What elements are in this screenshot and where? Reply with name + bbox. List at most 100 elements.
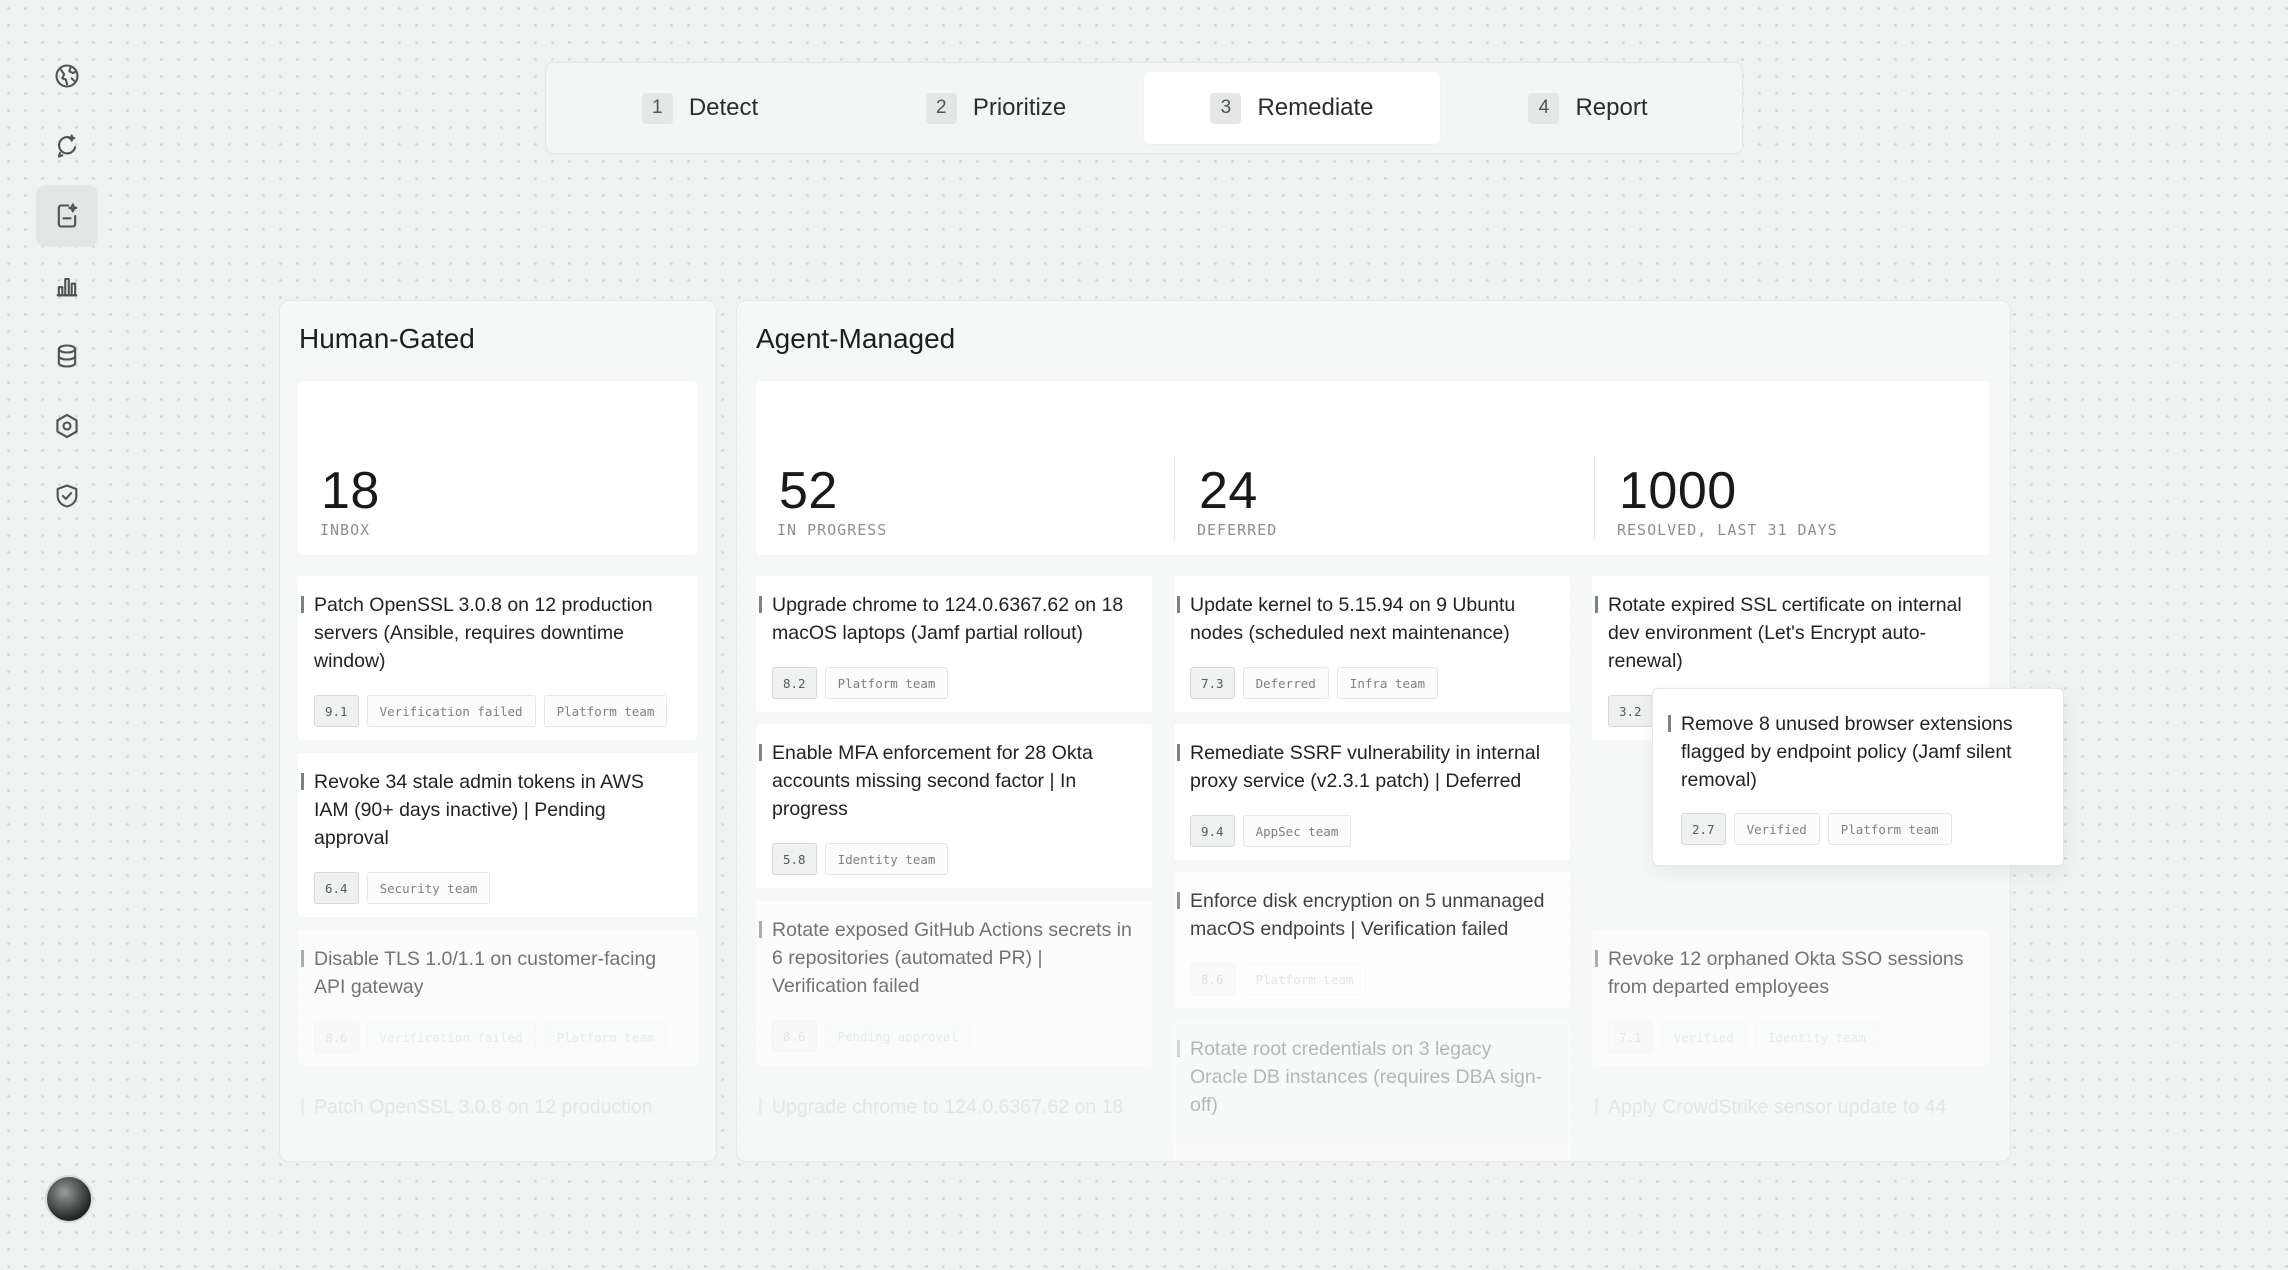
stat-value: 52 bbox=[779, 462, 838, 520]
panel-title: Agent-Managed bbox=[756, 323, 956, 354]
task-card[interactable]: Revoke 12 orphaned Okta SSO sessions fro… bbox=[1592, 930, 1989, 1065]
task-card[interactable]: Remediate SSRF vulnerability in internal… bbox=[1174, 724, 1570, 860]
score-badge: 9.1 bbox=[314, 695, 359, 727]
step-report[interactable]: 4 Report bbox=[1440, 72, 1736, 144]
score-badge: 8.2 bbox=[772, 667, 817, 699]
shield-check-icon bbox=[56, 484, 78, 508]
task-card[interactable]: Rotate root credentials on 3 legacy Orac… bbox=[1174, 1020, 1570, 1160]
agent-stats: 52 IN PROGRESS 24 DEFERRED 1000 RESOLVED… bbox=[756, 381, 1989, 555]
divider bbox=[1174, 457, 1175, 541]
stat-value: 1000 bbox=[1619, 462, 1737, 520]
step-remediate[interactable]: 3 Remediate bbox=[1144, 72, 1440, 144]
resolved-stat: 1000 RESOLVED, LAST 31 DAYS bbox=[1596, 381, 1989, 555]
step-number: 1 bbox=[641, 92, 673, 124]
stat-label: IN PROGRESS bbox=[777, 521, 888, 539]
score-badge: 7.1 bbox=[1608, 1021, 1653, 1053]
status-tag: Pending approval bbox=[824, 1020, 971, 1052]
card-title: Rotate exposed GitHub Actions secrets in… bbox=[759, 916, 1136, 1000]
score-badge: 8.6 bbox=[772, 1020, 817, 1052]
hexagon-settings-icon bbox=[56, 413, 78, 439]
card-title: Apply CrowdStrike sensor update to 44 bbox=[1595, 1093, 1973, 1121]
card-title: Upgrade chrome to 124.0.6367.62 on 18 ma… bbox=[759, 591, 1136, 647]
task-card[interactable]: Rotate exposed GitHub Actions secrets in… bbox=[756, 901, 1152, 1065]
step-detect[interactable]: 1 Detect bbox=[552, 72, 848, 144]
stat-value: 24 bbox=[1199, 462, 1258, 520]
score-badge: 9.4 bbox=[1190, 815, 1235, 847]
task-card[interactable]: Revoke 34 stale admin tokens in AWS IAM … bbox=[298, 753, 697, 917]
nav-data[interactable] bbox=[36, 325, 98, 387]
team-tag: AppSec team bbox=[1242, 815, 1352, 847]
document-sparkle-icon bbox=[57, 203, 78, 228]
popup-card-body: Remove 8 unused browser extensions flagg… bbox=[1659, 695, 2055, 857]
score-badge: 7.3 bbox=[1190, 667, 1235, 699]
inbox-stat: 18 INBOX bbox=[298, 381, 697, 555]
team-tag: Platform team bbox=[543, 695, 668, 727]
score-badge: 6.4 bbox=[314, 872, 359, 904]
task-card[interactable]: Upgrade chrome to 124.0.6367.62 on 18 bbox=[756, 1078, 1152, 1158]
step-label: Remediate bbox=[1257, 94, 1374, 121]
nav-reports[interactable] bbox=[36, 255, 98, 317]
task-card[interactable]: Update kernel to 5.15.94 on 9 Ubuntu nod… bbox=[1174, 576, 1570, 712]
task-card[interactable]: Patch OpenSSL 3.0.8 on 12 production ser… bbox=[298, 576, 697, 740]
status-tag: Verification failed bbox=[366, 1021, 536, 1053]
refresh-sparkle-icon bbox=[57, 134, 77, 158]
task-card[interactable]: Enable MFA enforcement for 28 Okta accou… bbox=[756, 724, 1152, 888]
team-tag: Identity team bbox=[824, 843, 949, 875]
card-title: Enable MFA enforcement for 28 Okta accou… bbox=[759, 739, 1136, 823]
status-tag: Verified bbox=[1733, 813, 1820, 845]
card-title: Remove 8 unused browser extensions flagg… bbox=[1668, 710, 2039, 794]
card-title: Patch OpenSSL 3.0.8 on 12 production ser… bbox=[301, 591, 681, 675]
stat-label: DEFERRED bbox=[1197, 521, 1278, 539]
team-tag: Platform team bbox=[1827, 813, 1952, 845]
card-title: Patch OpenSSL 3.0.8 on 12 production bbox=[301, 1093, 681, 1121]
avatar[interactable] bbox=[45, 1175, 93, 1223]
card-title: Disable TLS 1.0/1.1 on customer-facing A… bbox=[301, 945, 681, 1001]
nav-settings[interactable] bbox=[36, 395, 98, 457]
step-number: 4 bbox=[1528, 92, 1560, 124]
step-prioritize[interactable]: 2 Prioritize bbox=[848, 72, 1144, 144]
step-number: 3 bbox=[1210, 92, 1242, 124]
task-card[interactable]: Enforce disk encryption on 5 unmanaged m… bbox=[1174, 872, 1570, 1008]
card-title: Update kernel to 5.15.94 on 9 Ubuntu nod… bbox=[1177, 591, 1554, 647]
card-title: Revoke 34 stale admin tokens in AWS IAM … bbox=[301, 768, 681, 852]
task-card[interactable]: Upgrade chrome to 124.0.6367.62 on 18 ma… bbox=[756, 576, 1152, 712]
team-tag: Platform team bbox=[1242, 963, 1367, 995]
task-card[interactable]: Disable TLS 1.0/1.1 on customer-facing A… bbox=[298, 930, 697, 1065]
step-label: Report bbox=[1575, 94, 1648, 121]
team-tag: Platform team bbox=[824, 667, 949, 699]
card-title: Rotate root credentials on 3 legacy Orac… bbox=[1177, 1035, 1554, 1119]
card-title: Revoke 12 orphaned Okta SSO sessions fro… bbox=[1595, 945, 1973, 1001]
stat-label: RESOLVED, LAST 31 DAYS bbox=[1617, 521, 1838, 539]
score-badge: 8.6 bbox=[314, 1021, 359, 1053]
task-card[interactable]: Patch OpenSSL 3.0.8 on 12 production bbox=[298, 1078, 697, 1158]
stat-value: 18 bbox=[321, 462, 380, 520]
nav-security[interactable] bbox=[36, 465, 98, 527]
database-icon bbox=[57, 344, 77, 368]
sidebar bbox=[0, 0, 120, 1270]
nav-globe[interactable] bbox=[36, 45, 98, 107]
workflow-stepper: 1 Detect 2 Prioritize 3 Remediate 4 Repo… bbox=[545, 62, 1743, 154]
card-title: Upgrade chrome to 124.0.6367.62 on 18 bbox=[759, 1093, 1136, 1121]
team-tag: Identity team bbox=[1754, 1021, 1879, 1053]
status-tag: Deferred bbox=[1242, 667, 1329, 699]
nav-remediate[interactable] bbox=[36, 185, 98, 247]
status-tag: Verification failed bbox=[366, 695, 536, 727]
dragged-task-card[interactable]: Remove 8 unused browser extensions flagg… bbox=[1652, 688, 2064, 866]
status-tag: Verified bbox=[1660, 1021, 1747, 1053]
score-badge: 2.7 bbox=[1681, 813, 1726, 845]
card-title: Rotate expired SSL certificate on intern… bbox=[1595, 591, 1973, 675]
card-title: Remediate SSRF vulnerability in internal… bbox=[1177, 739, 1554, 795]
step-label: Detect bbox=[688, 94, 759, 121]
nav-refresh[interactable] bbox=[36, 115, 98, 177]
in-progress-stat: 52 IN PROGRESS bbox=[756, 381, 1174, 555]
task-card[interactable]: Apply CrowdStrike sensor update to 44 bbox=[1592, 1078, 1989, 1158]
score-badge: 5.8 bbox=[772, 843, 817, 875]
stat-label: INBOX bbox=[320, 521, 371, 539]
score-badge: 3.2 bbox=[1608, 695, 1653, 727]
team-tag: Security team bbox=[366, 872, 491, 904]
card-title: Enforce disk encryption on 5 unmanaged m… bbox=[1177, 887, 1554, 943]
step-label: Prioritize bbox=[972, 94, 1067, 121]
score-badge: 8.6 bbox=[1190, 963, 1235, 995]
bar-chart-icon bbox=[56, 277, 78, 297]
deferred-stat: 24 DEFERRED bbox=[1176, 381, 1594, 555]
